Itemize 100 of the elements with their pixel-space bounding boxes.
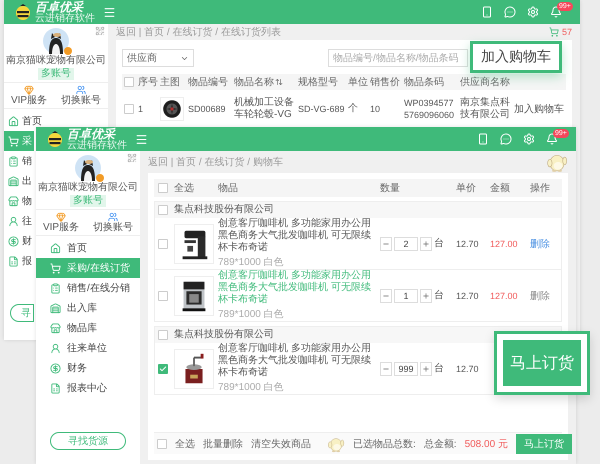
- checkbox[interactable]: [124, 104, 134, 114]
- checkbox[interactable]: [158, 183, 168, 193]
- sort-icon[interactable]: [275, 78, 283, 86]
- checkbox[interactable]: [158, 330, 168, 340]
- table-cell-text: 127.00: [490, 238, 519, 250]
- add-to-cart-button[interactable]: 加入购物车: [470, 41, 562, 73]
- menu-button[interactable]: [135, 132, 148, 146]
- supplier-select[interactable]: 供应商: [122, 49, 194, 67]
- qr-code-icon[interactable]: [127, 153, 137, 163]
- decrease-button[interactable]: [380, 288, 392, 302]
- clipboard-icon: [50, 282, 61, 294]
- nav-item[interactable]: 出入库: [36, 298, 140, 318]
- slogan: 云进销存软件: [35, 14, 95, 24]
- increase-button[interactable]: [420, 362, 432, 376]
- nav-item[interactable]: 财务: [36, 358, 140, 378]
- store-icon: [50, 322, 61, 334]
- plus-icon: [422, 364, 430, 372]
- column-header: 规格型号: [298, 76, 339, 89]
- search-field[interactable]: 物品编号/物品名称/物品条码: [328, 49, 468, 67]
- nav-item[interactable]: 物: [4, 191, 34, 211]
- shortcut-button[interactable]: VIP服务: [10, 85, 48, 106]
- column-header: 单位: [348, 76, 369, 89]
- column-header: 全选: [174, 182, 195, 195]
- settings-button[interactable]: [527, 6, 539, 18]
- table-cell-text: 12.70: [456, 238, 480, 250]
- increase-button[interactable]: [420, 288, 432, 302]
- table-cell-text: SD00689: [188, 103, 227, 115]
- decrease-button[interactable]: [380, 236, 392, 250]
- column-header: 操作: [530, 182, 551, 195]
- nav-item[interactable]: 财: [4, 231, 34, 251]
- phone-button[interactable]: [477, 133, 489, 145]
- table-cell-text: WP03945775769096060: [404, 97, 456, 121]
- nav-item[interactable]: 出: [4, 171, 34, 191]
- phone-button[interactable]: [481, 6, 493, 18]
- shortcut-button[interactable]: 切换账号: [93, 212, 134, 233]
- nav-item[interactable]: 销: [4, 151, 34, 171]
- total-amount: 508.00 元: [464, 438, 508, 450]
- nav-item[interactable]: 首页: [4, 111, 44, 131]
- chat-button[interactable]: [500, 133, 512, 145]
- column-header: 供应商名称: [460, 76, 511, 89]
- increase-button[interactable]: [420, 236, 432, 250]
- checkbox[interactable]: [158, 364, 168, 374]
- product-title[interactable]: 创意客厅咖啡机 多功能家用办公用黑色商务大气批发咖啡机 可无限续杯卡布奇诺: [218, 343, 374, 379]
- table-cell-text: SD-VG-689: [298, 103, 346, 115]
- company-name: 南京猫咪宠物有限公司: [38, 182, 138, 194]
- gem-icon: [24, 85, 34, 95]
- nav-item[interactable]: 往: [4, 211, 34, 231]
- checkbox[interactable]: [158, 205, 168, 215]
- breadcrumb: 返回 | 首页 / 在线订货 / 在线订货列表: [116, 26, 281, 39]
- logo-text: 百卓优采: [67, 128, 116, 140]
- product-spec: 789*1000 白色: [218, 257, 285, 269]
- nav-item[interactable]: 物品库: [36, 318, 140, 338]
- decrease-button[interactable]: [380, 362, 392, 376]
- clear-invalid-link[interactable]: 清空失效商品: [251, 436, 311, 450]
- shortcut-button[interactable]: VIP服务: [42, 212, 80, 233]
- spreadsheet-icon: [8, 256, 19, 266]
- qr-code-icon[interactable]: [95, 26, 105, 36]
- chat-button[interactable]: [504, 6, 516, 18]
- nav-item[interactable]: 往来单位: [36, 338, 140, 358]
- gem-icon: [56, 212, 66, 222]
- checkbox[interactable]: [158, 238, 168, 248]
- quantity-field[interactable]: 2: [394, 236, 418, 250]
- table-cell-text: 12.70: [456, 290, 480, 302]
- unit-text: 台: [434, 362, 445, 374]
- nav-item[interactable]: 首页: [36, 238, 140, 258]
- checkbox[interactable]: [158, 290, 168, 300]
- breadcrumb: 返回 | 首页 / 在线订货 / 购物车: [148, 156, 283, 169]
- nav-item[interactable]: 报表中心: [36, 378, 140, 398]
- table-cell-text: 个: [348, 103, 359, 115]
- column-header: 物品条码: [404, 76, 445, 89]
- column-header: 物品: [218, 182, 239, 195]
- logo-icon: [14, 3, 32, 21]
- product-title[interactable]: 创意客厅咖啡机 多功能家用办公用黑色商务大气批发咖啡机 可无限续杯卡布奇诺: [218, 218, 374, 254]
- settings-button[interactable]: [523, 133, 535, 145]
- quantity-field[interactable]: 1: [394, 288, 418, 302]
- cart-icon: [8, 136, 19, 146]
- spreadsheet-icon: [50, 382, 61, 394]
- cart-count: 57: [562, 27, 572, 37]
- table-cell-text: 127.00: [490, 290, 519, 302]
- nav-item[interactable]: 销售/在线分销: [36, 278, 140, 298]
- home-icon: [8, 116, 19, 126]
- column-header: 物品编号: [188, 76, 229, 89]
- add-to-cart-link[interactable]: 加入购物车: [514, 102, 564, 116]
- supplier-name: 集点科技股份有限公司: [174, 204, 275, 216]
- column-header: 销售价: [370, 76, 401, 89]
- quantity-field[interactable]: 999: [394, 362, 418, 376]
- menu-button[interactable]: [103, 6, 116, 18]
- delete-link[interactable]: 删除: [530, 288, 550, 302]
- batch-delete-link[interactable]: 批量删除: [203, 436, 243, 450]
- vip-badge-icon: [64, 47, 72, 55]
- table-cell-text: 1: [138, 103, 144, 115]
- cart-icon[interactable]: [548, 27, 559, 37]
- column-header: 序号: [138, 76, 159, 89]
- product-spec: 789*1000 白色: [218, 382, 285, 394]
- checkbox[interactable]: [124, 77, 134, 87]
- checkbox[interactable]: [157, 438, 167, 448]
- cart-icon: [50, 262, 61, 274]
- nav-item[interactable]: 报: [4, 251, 34, 271]
- person-icon: [50, 342, 61, 354]
- shortcut-button[interactable]: 切换账号: [61, 85, 102, 106]
